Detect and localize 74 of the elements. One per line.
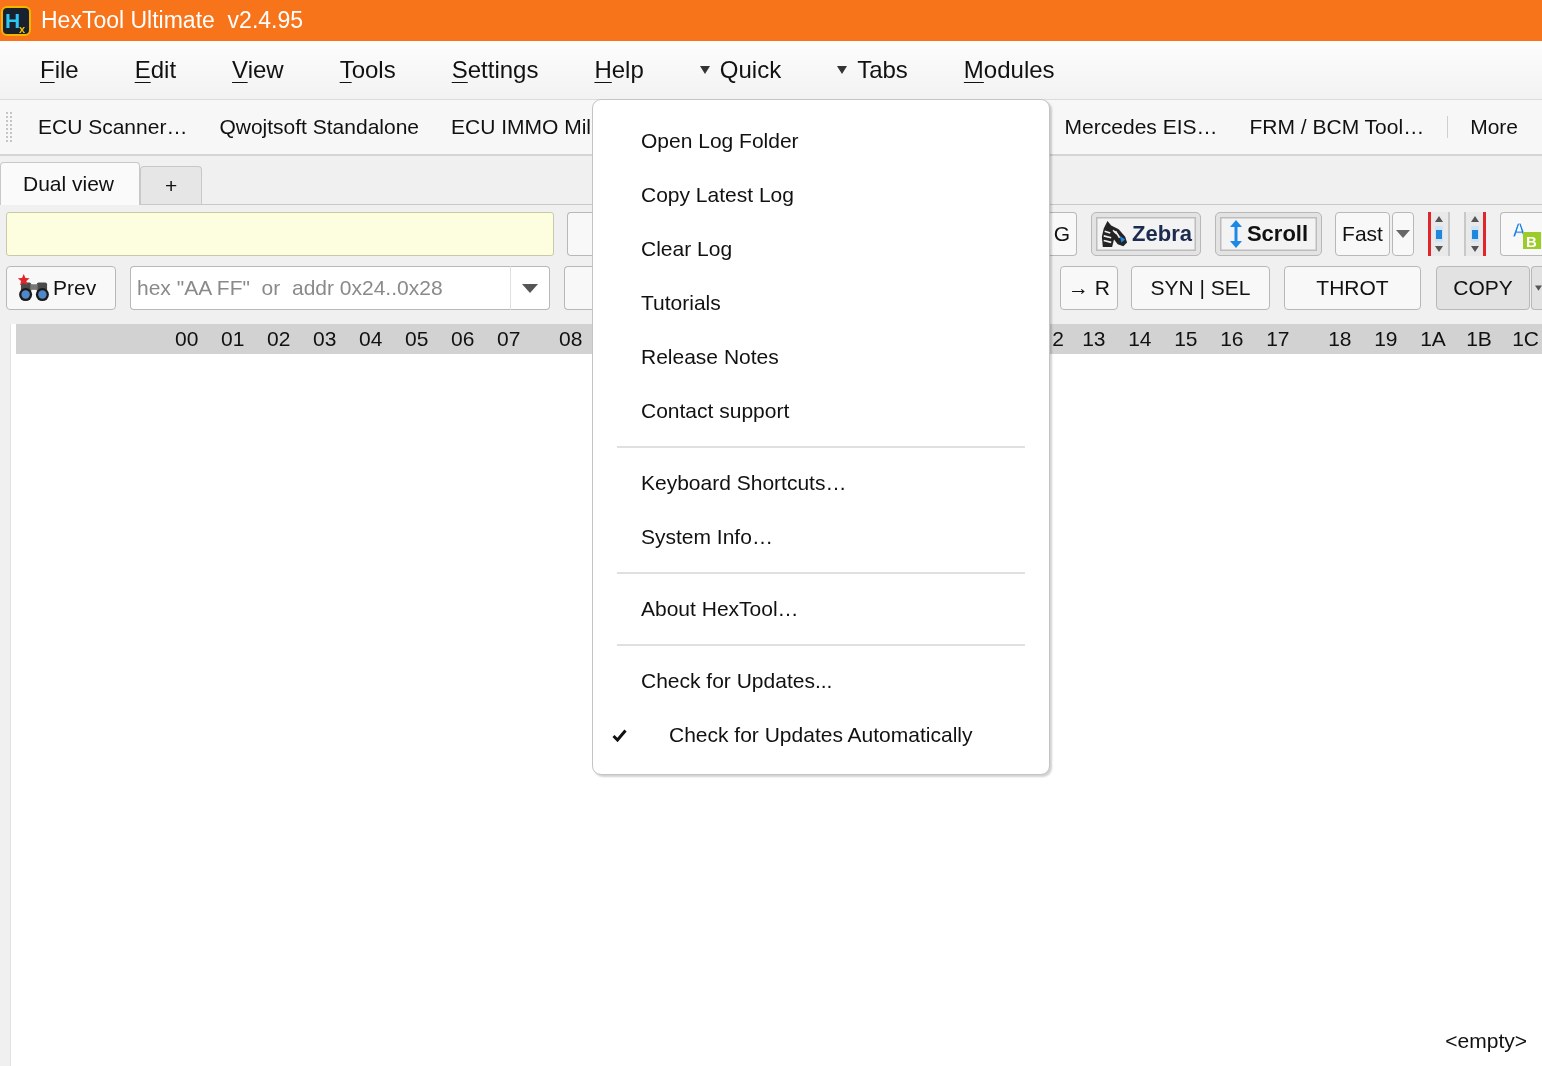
menu-item[interactable]: Keyboard Shortcuts… <box>593 456 1049 510</box>
grip-icon <box>6 111 12 143</box>
zebra-head-icon <box>1100 220 1129 248</box>
column-header: 05 <box>405 327 430 351</box>
menu-item[interactable]: Settings <box>423 56 567 84</box>
scroll-toggle[interactable]: Scroll <box>1215 212 1322 256</box>
menu-item[interactable]: Tabs <box>809 56 936 84</box>
column-header: 15 <box>1174 327 1199 351</box>
menu-item[interactable]: Contact support <box>593 384 1049 438</box>
menu-item[interactable]: File <box>12 56 107 84</box>
column-header: 00 <box>175 327 200 351</box>
dropdown-button[interactable] <box>510 266 550 310</box>
column-header: 19 <box>1374 327 1399 351</box>
toolbar-button[interactable]: SYN | SEL <box>1131 266 1270 310</box>
column-header: 1A <box>1420 327 1447 351</box>
menu-item[interactable]: Modules <box>935 56 1083 84</box>
scrollbar-icon[interactable] <box>1428 212 1450 256</box>
toolbar-button[interactable]: Mercedes EIS… <box>1048 115 1234 139</box>
zebra-toggle[interactable]: Zebra <box>1091 212 1201 256</box>
caret-icon <box>699 66 710 74</box>
column-header: 17 <box>1266 327 1291 351</box>
menu-item[interactable]: Open Log Folder <box>593 114 1049 168</box>
column-header: 14 <box>1128 327 1153 351</box>
menu-item[interactable]: Edit <box>106 56 205 84</box>
menu-item[interactable]: View <box>204 56 312 84</box>
menu-item[interactable]: Tools <box>311 56 424 84</box>
caret-icon <box>837 66 848 74</box>
column-header: 08 <box>559 327 584 351</box>
dropdown-button[interactable] <box>1392 212 1414 256</box>
up-down-arrow-icon <box>1228 219 1243 249</box>
menu-item[interactable]: Copy Latest Log <box>593 168 1049 222</box>
tab[interactable]: Dual view <box>0 162 141 205</box>
column-header: 03 <box>313 327 338 351</box>
column-header: 01 <box>221 327 246 351</box>
column-header: 06 <box>451 327 476 351</box>
caret-icon <box>1535 285 1542 291</box>
toolbar-button[interactable]: ECU Scanner… <box>22 115 204 139</box>
column-header: 18 <box>1328 327 1353 351</box>
toolbar-button[interactable]: THROT <box>1284 266 1421 310</box>
scrollbar-icon[interactable] <box>1464 212 1486 256</box>
toolbar-button[interactable]: G <box>1050 212 1077 256</box>
status-text: <empty> <box>1445 1029 1527 1053</box>
speed-button[interactable]: Fast <box>1335 212 1390 256</box>
tab[interactable]: + <box>140 166 203 204</box>
column-header: 1C <box>1512 327 1539 351</box>
menu-item[interactable]: Quick <box>671 56 810 84</box>
column-header: 02 <box>267 327 292 351</box>
menu-item[interactable]: Check for Updates... <box>593 654 1049 708</box>
caret-icon <box>1396 230 1410 238</box>
menu-item[interactable]: System Info… <box>593 510 1049 564</box>
menu-item[interactable]: Tutorials <box>593 276 1049 330</box>
column-header: 04 <box>359 327 384 351</box>
column-header: 07 <box>497 327 522 351</box>
column-header: 2 <box>1052 327 1065 351</box>
menu-item[interactable]: Check for Updates Automatically <box>593 708 1049 762</box>
dropdown-button[interactable] <box>1531 266 1542 310</box>
caret-icon <box>522 283 538 293</box>
copy-button[interactable]: COPY <box>1436 266 1530 310</box>
menu-item[interactable]: About HexTool… <box>593 582 1049 636</box>
toolbar-button[interactable]: Qwojtsoft Standalone <box>203 115 435 139</box>
menu-item[interactable]: Help <box>566 56 672 84</box>
more-button[interactable]: More <box>1454 115 1534 139</box>
menu-item[interactable]: Release Notes <box>593 330 1049 384</box>
column-header: 16 <box>1220 327 1245 351</box>
toolbar-button[interactable]: → R <box>1060 266 1118 310</box>
binoculars-icon <box>17 274 51 302</box>
search-field[interactable]: hex "AA FF" or addr 0x24..0x28 <box>130 266 510 310</box>
prev-button[interactable]: Prev <box>6 266 116 310</box>
input-field[interactable] <box>6 212 554 256</box>
column-header: 13 <box>1082 327 1107 351</box>
window-title: HexTool Ultimate v2.4.95 <box>41 7 304 34</box>
toolbar-button[interactable]: FRM / BCM Tool… <box>1233 115 1441 139</box>
menu-item[interactable]: Clear Log <box>593 222 1049 276</box>
column-header: 1B <box>1466 327 1493 351</box>
